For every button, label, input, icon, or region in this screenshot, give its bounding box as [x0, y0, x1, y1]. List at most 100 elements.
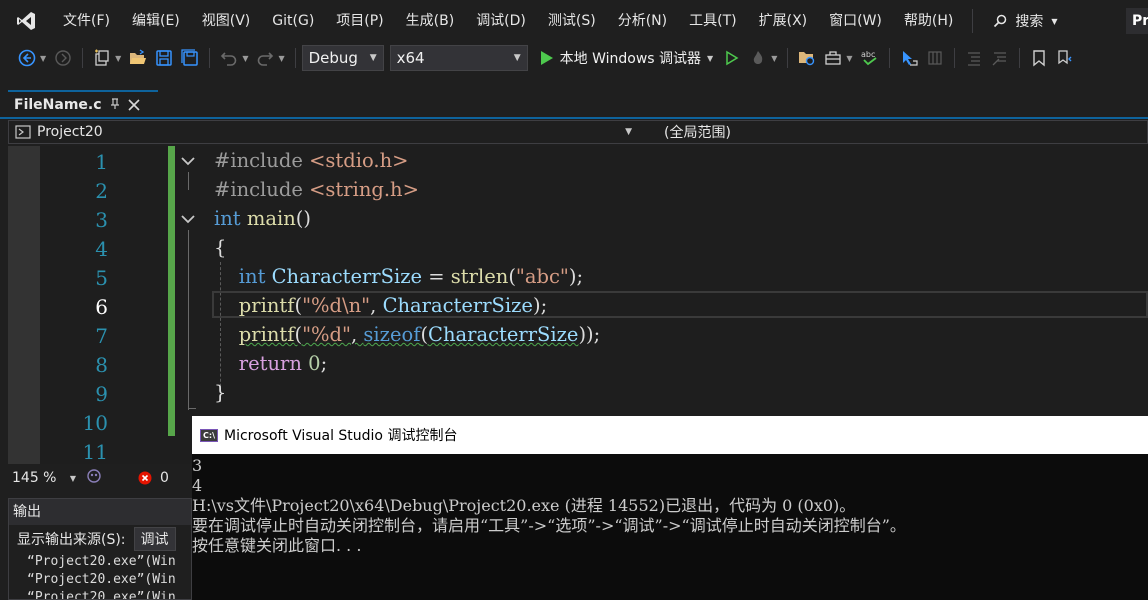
- code-token: 0: [308, 352, 321, 375]
- line-number: 5: [95, 266, 108, 290]
- start-debugging-button[interactable]: 本地 Windows 调试器 ▼: [534, 48, 720, 68]
- code-token: =: [422, 265, 451, 288]
- toolbar-divider: [953, 48, 955, 68]
- configuration-select[interactable]: Debug ▼: [301, 45, 384, 71]
- chevron-down-icon[interactable]: ▼: [40, 54, 46, 63]
- menu-git[interactable]: Git(G): [261, 0, 325, 42]
- line-number: 1: [95, 150, 108, 174]
- open-folder-icon[interactable]: [125, 46, 151, 70]
- platform-select[interactable]: x64 ▼: [389, 45, 528, 71]
- code-line-6: printf("%d\n", CharacterrSize);: [214, 291, 600, 320]
- save-all-icon[interactable]: [177, 46, 203, 70]
- chevron-down-icon: ▼: [625, 127, 632, 137]
- scope-dropdown[interactable]: (全局范围): [634, 122, 731, 142]
- line-number-gutter: 1 2 3 4 5 6 7 8 9 10 11: [48, 146, 108, 465]
- tab-accent-line: [0, 117, 1148, 119]
- chevron-down-icon[interactable]: ▼: [115, 54, 121, 63]
- code-token: "%d": [302, 323, 352, 346]
- code-token: CharacterrSize: [271, 265, 423, 288]
- standard-toolbar: ▼ ▼ ▼ ▼ Debug ▼ x64 ▼ 本地 Windows 调试器 ▼ ▼…: [0, 42, 1148, 74]
- solution-explorer-icon[interactable]: [794, 46, 820, 70]
- output-source-select[interactable]: 调试: [133, 527, 176, 551]
- code-token: "abc": [515, 265, 569, 288]
- menu-window[interactable]: 窗口(W): [818, 0, 893, 42]
- bookmark-icon[interactable]: [1026, 46, 1052, 70]
- redo-icon[interactable]: [252, 46, 278, 70]
- search-icon: [994, 14, 1007, 28]
- search-button[interactable]: 搜索 ▼: [981, 0, 1069, 42]
- navigation-bar: Project20 ▼ (全局范围): [8, 120, 1148, 144]
- select-element-icon[interactable]: [896, 46, 922, 70]
- undo-icon[interactable]: [216, 46, 242, 70]
- save-icon[interactable]: [151, 46, 177, 70]
- debug-console-window[interactable]: C:\ Microsoft Visual Studio 调试控制台 3 4 H:…: [192, 416, 1148, 600]
- warning-squiggle[interactable]: printf("%d", sizeof(CharacterrSize: [239, 323, 579, 346]
- output-line: “Project20.exe”(Win: [27, 554, 176, 569]
- project-badge[interactable]: Pr: [1126, 8, 1148, 34]
- code-text[interactable]: #include <stdio.h> #include <string.h> i…: [214, 146, 600, 407]
- navigate-back-icon[interactable]: [14, 46, 40, 70]
- start-without-debugging-icon[interactable]: [719, 46, 745, 70]
- configuration-value: Debug: [308, 49, 358, 67]
- menu-help[interactable]: 帮助(H): [893, 0, 964, 42]
- close-icon[interactable]: [127, 96, 140, 115]
- chevron-down-icon[interactable]: ▼: [846, 54, 852, 63]
- outline-guide: [188, 408, 196, 409]
- change-tracking-bar: [168, 146, 175, 436]
- code-token: (: [508, 265, 516, 288]
- code-line-1: #include <stdio.h>: [214, 146, 600, 175]
- visual-studio-logo-icon[interactable]: [0, 0, 52, 42]
- menu-edit[interactable]: 编辑(E): [121, 0, 191, 42]
- menu-debug[interactable]: 调试(D): [465, 0, 537, 42]
- menu-build[interactable]: 生成(B): [395, 0, 466, 42]
- tab-label: FileName.c: [14, 97, 102, 113]
- line-number: 8: [95, 353, 108, 377]
- menu-test[interactable]: 测试(S): [537, 0, 607, 42]
- navigate-forward-icon[interactable]: [50, 46, 76, 70]
- collapse-include-icon[interactable]: [180, 153, 196, 169]
- code-token: ,: [370, 294, 383, 317]
- console-output[interactable]: 3 4 H:\vs文件\Project20\x64\Debug\Project2…: [192, 454, 1148, 556]
- zoom-level-select[interactable]: 145 % ▼: [8, 467, 80, 489]
- chevron-down-icon[interactable]: ▼: [242, 54, 248, 63]
- code-token: );: [532, 294, 548, 317]
- menu-tools[interactable]: 工具(T): [678, 0, 747, 42]
- code-token: (: [294, 294, 303, 317]
- line-number: 4: [95, 237, 108, 261]
- menu-project[interactable]: 项目(P): [325, 0, 394, 42]
- menu-file[interactable]: 文件(F): [52, 0, 121, 42]
- code-token: CharacterrSize: [382, 294, 533, 317]
- uncomment-lines-icon[interactable]: [987, 46, 1013, 70]
- toolbox-icon[interactable]: [820, 46, 846, 70]
- toolbar-divider: [209, 48, 211, 68]
- pin-icon[interactable]: [110, 97, 120, 113]
- chevron-down-icon[interactable]: ▼: [771, 54, 777, 63]
- new-project-icon[interactable]: [89, 46, 115, 70]
- column-layout-icon[interactable]: [922, 46, 948, 70]
- code-token: "%d\n": [302, 294, 371, 317]
- previous-bookmark-icon[interactable]: [1052, 46, 1078, 70]
- indicator-margin[interactable]: [8, 146, 40, 464]
- code-line-5: int CharacterrSize = strlen("abc");: [214, 262, 600, 291]
- hot-reload-icon[interactable]: [745, 46, 771, 70]
- code-token: }: [214, 381, 227, 404]
- menu-view[interactable]: 视图(V): [191, 0, 262, 42]
- menu-analyze[interactable]: 分析(N): [607, 0, 678, 42]
- code-token: int: [214, 207, 241, 230]
- svg-text:abc: abc: [861, 50, 875, 59]
- copilot-icon[interactable]: [86, 468, 102, 488]
- comment-lines-icon[interactable]: [961, 46, 987, 70]
- error-indicator[interactable]: 0: [138, 470, 169, 486]
- chevron-down-icon: ▼: [707, 53, 714, 63]
- line-number: 10: [82, 411, 108, 435]
- code-line-2: #include <string.h>: [214, 175, 600, 204]
- output-source-row: 显示输出来源(S): 调试: [9, 525, 191, 553]
- collapse-function-icon[interactable]: [180, 211, 196, 227]
- chevron-down-icon[interactable]: ▼: [278, 54, 284, 63]
- menu-extensions[interactable]: 扩展(X): [748, 0, 819, 42]
- tab-filename-c[interactable]: FileName.c: [8, 90, 158, 118]
- project-dropdown[interactable]: Project20 ▼: [9, 124, 634, 140]
- console-title-bar[interactable]: C:\ Microsoft Visual Studio 调试控制台: [192, 416, 1148, 454]
- console-line: 按任意键关闭此窗口. . .: [192, 536, 362, 555]
- spell-check-icon[interactable]: abc: [857, 46, 883, 70]
